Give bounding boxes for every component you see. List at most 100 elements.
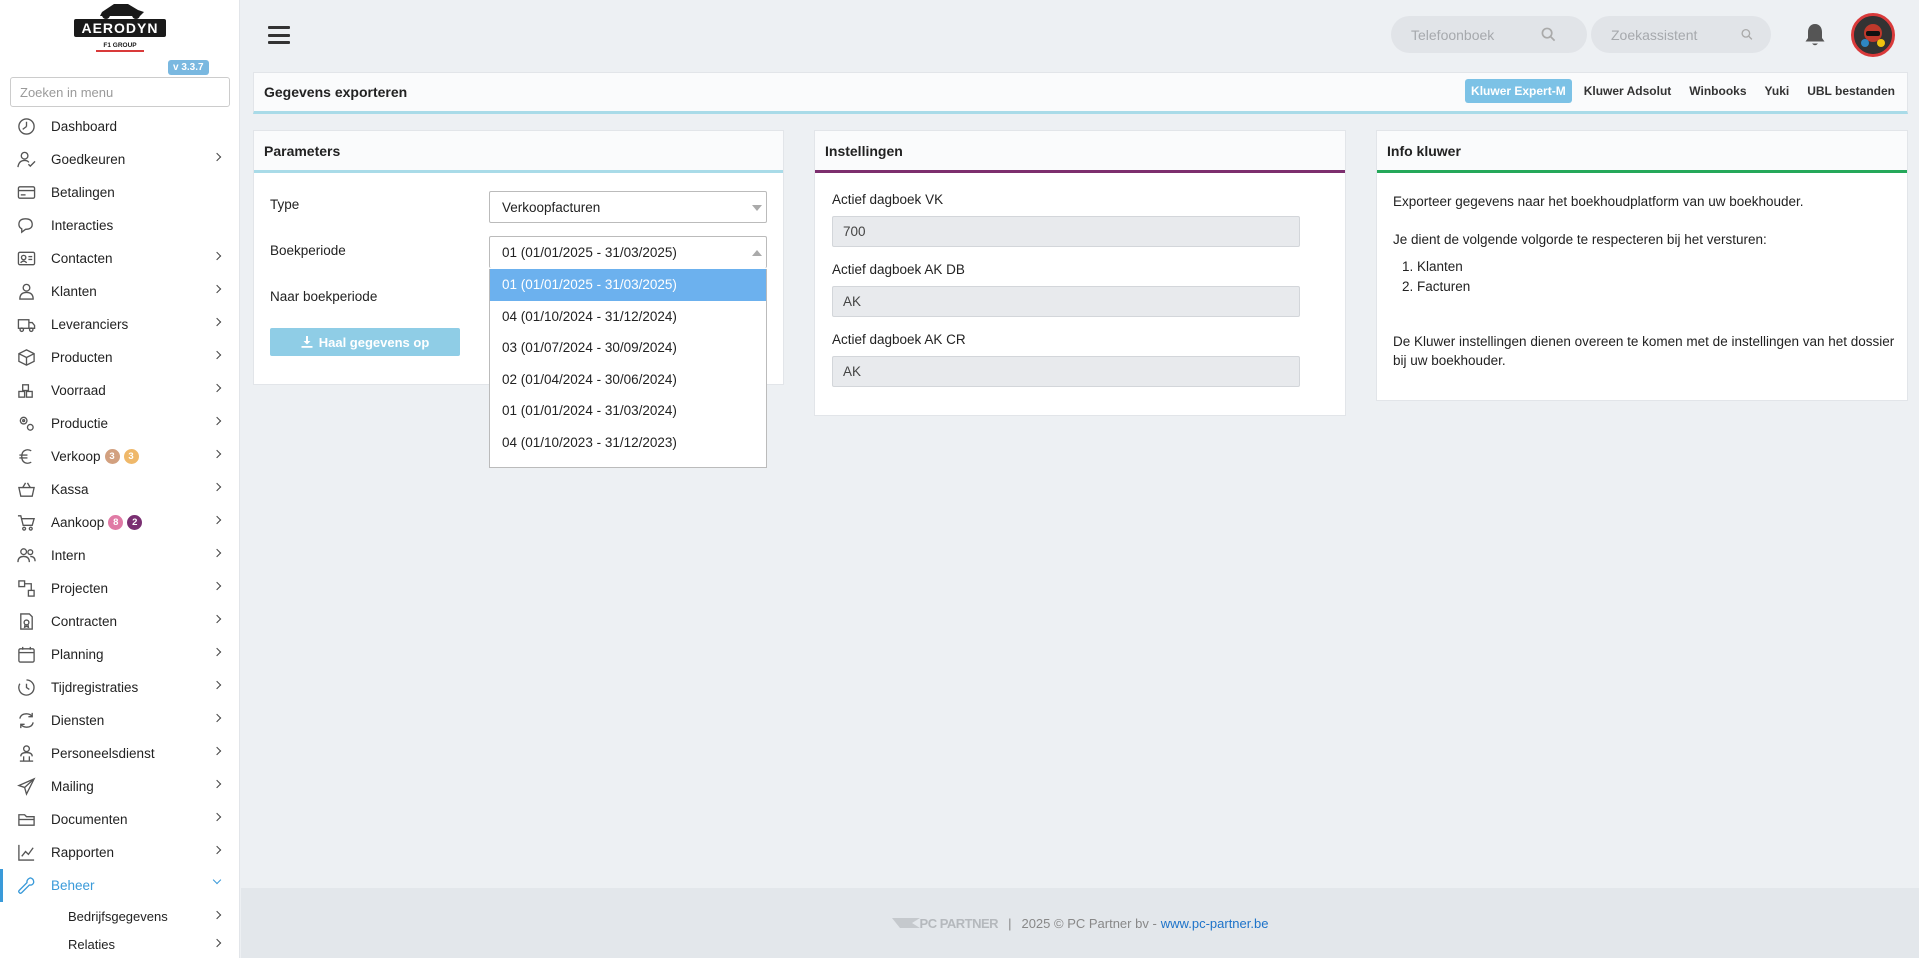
dropdown-option[interactable]: 01 (01/01/2025 - 31/03/2025) (490, 269, 766, 301)
sidebar-item-label: Betalingen (51, 185, 115, 200)
sidebar-subitem-relaties[interactable]: Relaties (0, 930, 239, 958)
search-icon[interactable] (1741, 27, 1753, 42)
count-badge: 8 (108, 515, 124, 530)
sidebar-item-tijdregistraties[interactable]: Tijdregistraties (0, 671, 239, 704)
personnel-icon (16, 744, 36, 764)
sidebar-item-betalingen[interactable]: Betalingen (0, 176, 239, 209)
period-label: Boekperiode (270, 243, 346, 258)
sidebar-item-beheer[interactable]: Beheer (0, 869, 239, 902)
tab-winbooks[interactable]: Winbooks (1683, 79, 1752, 103)
tab-kluwer-adsolut[interactable]: Kluwer Adsolut (1578, 79, 1678, 103)
period-dropdown: 01 (01/01/2025 - 31/03/2025) 04 (01/10/20… (489, 269, 767, 468)
sidebar-item-leveranciers[interactable]: Leveranciers (0, 308, 239, 341)
dropdown-option[interactable]: 03 (01/07/2023 - 30/09/2023) (490, 458, 766, 467)
chevron-right-icon (212, 713, 222, 723)
parameters-panel: Parameters Type Verkoopfacturen Boekperi… (253, 130, 784, 468)
footer: PC PARTNER | 2025 © PC Partner bv - www.… (241, 888, 1919, 958)
company-logo[interactable]: AERODYN F1 GROUP (72, 0, 168, 56)
sidebar-item-label: Verkoop (51, 449, 101, 464)
type-value: Verkoopfacturen (502, 199, 601, 215)
truck-icon (16, 315, 36, 335)
sidebar-item-label: Rapporten (51, 845, 115, 860)
chat-icon (16, 216, 36, 236)
panel-title: Parameters (254, 131, 783, 173)
period-select[interactable]: 01 (01/01/2025 - 31/03/2025) (489, 236, 767, 268)
sidebar-item-mailing[interactable]: Mailing (0, 770, 239, 803)
sidebar-item-productie[interactable]: Productie (0, 407, 239, 440)
period-value: 01 (01/01/2025 - 31/03/2025) (502, 245, 677, 260)
panel-title: Info kluwer (1377, 131, 1907, 173)
sidebar-subitem-bedrijfsgegevens[interactable]: Bedrijfsgegevens (0, 902, 239, 930)
fetch-data-button[interactable]: Haal gegevens op (270, 328, 460, 356)
sidebar-item-label: Contacten (51, 251, 113, 266)
field-label: Actief dagboek AK CR (832, 332, 966, 347)
sidebar-item-planning[interactable]: Planning (0, 638, 239, 671)
basket-icon (16, 480, 36, 500)
chevron-right-icon (212, 614, 222, 624)
chevron-right-icon (212, 746, 222, 756)
sidebar-item-personeelsdienst[interactable]: Personeelsdienst (0, 737, 239, 770)
sidebar-item-label: Personeelsdienst (51, 746, 155, 761)
stock-icon (16, 381, 36, 401)
sidebar-item-contracten[interactable]: Contracten (0, 605, 239, 638)
sidebar-item-klanten[interactable]: Klanten (0, 275, 239, 308)
sidebar-item-intern[interactable]: Intern (0, 539, 239, 572)
clock-icon (16, 678, 36, 698)
folder-icon (16, 810, 36, 830)
assistant-search[interactable] (1591, 16, 1771, 53)
phonebook-input[interactable] (1411, 26, 1541, 43)
dropdown-option[interactable]: 04 (01/10/2024 - 31/12/2024) (490, 301, 766, 333)
dropdown-option[interactable]: 02 (01/04/2024 - 30/06/2024) (490, 364, 766, 396)
field-label: Actief dagboek VK (832, 192, 944, 207)
info-order-list: Klanten Facturen (1417, 257, 1470, 297)
tab-yuki[interactable]: Yuki (1759, 79, 1796, 103)
sidebar-item-producten[interactable]: Producten (0, 341, 239, 374)
to-period-label: Naar boekperiode (270, 289, 378, 304)
sidebar-item-contacten[interactable]: Contacten (0, 242, 239, 275)
tab-ubl-bestanden[interactable]: UBL bestanden (1801, 79, 1901, 103)
type-select[interactable]: Verkoopfacturen (489, 191, 767, 223)
chevron-right-icon (212, 251, 222, 261)
footer-link[interactable]: www.pc-partner.be (1161, 916, 1269, 931)
sidebar-item-label: Voorraad (51, 383, 106, 398)
contract-icon (16, 612, 36, 632)
dropdown-option[interactable]: 04 (01/10/2023 - 31/12/2023) (490, 427, 766, 459)
chevron-right-icon (212, 779, 222, 789)
sidebar-item-kassa[interactable]: Kassa (0, 473, 239, 506)
sidebar-item-goedkeuren[interactable]: Goedkeuren (0, 143, 239, 176)
sidebar-item-projecten[interactable]: Projecten (0, 572, 239, 605)
user-avatar[interactable] (1851, 13, 1895, 57)
search-icon[interactable] (1541, 27, 1556, 42)
chevron-right-icon (212, 482, 222, 492)
sidebar-item-verkoop[interactable]: Verkoop 3 3 (0, 440, 239, 473)
chevron-right-icon (212, 350, 222, 360)
sidebar-item-documenten[interactable]: Documenten (0, 803, 239, 836)
journal-vk-field: 700 (832, 216, 1300, 247)
bell-icon[interactable] (1803, 22, 1827, 48)
sidebar-item-rapporten[interactable]: Rapporten (0, 836, 239, 869)
fetch-button-label: Haal gegevens op (318, 334, 430, 350)
sidebar-item-interacties[interactable]: Interacties (0, 209, 239, 242)
sidebar-item-label: Kassa (51, 482, 89, 497)
menu-search-input[interactable] (10, 77, 230, 107)
dropdown-option[interactable]: 03 (01/07/2024 - 30/09/2024) (490, 332, 766, 364)
footer-separator: | (1008, 915, 1012, 931)
phonebook-search[interactable] (1391, 16, 1587, 53)
sidebar-item-diensten[interactable]: Diensten (0, 704, 239, 737)
approve-icon (16, 150, 36, 170)
sidebar-item-label: Productie (51, 416, 109, 431)
tab-kluwer-expert-m[interactable]: Kluwer Expert-M (1465, 79, 1572, 103)
dropdown-option[interactable]: 01 (01/01/2024 - 31/03/2024) (490, 395, 766, 427)
sidebar-menu: Dashboard Goedkeuren Betalingen Interacties… (0, 110, 239, 958)
chevron-right-icon (212, 152, 222, 162)
hamburger-menu-icon[interactable] (268, 26, 290, 44)
sidebar-item-voorraad[interactable]: Voorraad (0, 374, 239, 407)
info-intro: Exporteer gegevens naar het boekhoudplat… (1393, 194, 1804, 209)
sidebar-item-dashboard[interactable]: Dashboard (0, 110, 239, 143)
list-item: Klanten (1417, 257, 1470, 277)
list-item: Facturen (1417, 277, 1470, 297)
assistant-input[interactable] (1611, 26, 1741, 43)
footer-logo: PC PARTNER (891, 916, 999, 931)
info-note: De Kluwer instellingen dienen overeen te… (1393, 334, 1895, 368)
sidebar-item-aankoop[interactable]: Aankoop 8 2 (0, 506, 239, 539)
